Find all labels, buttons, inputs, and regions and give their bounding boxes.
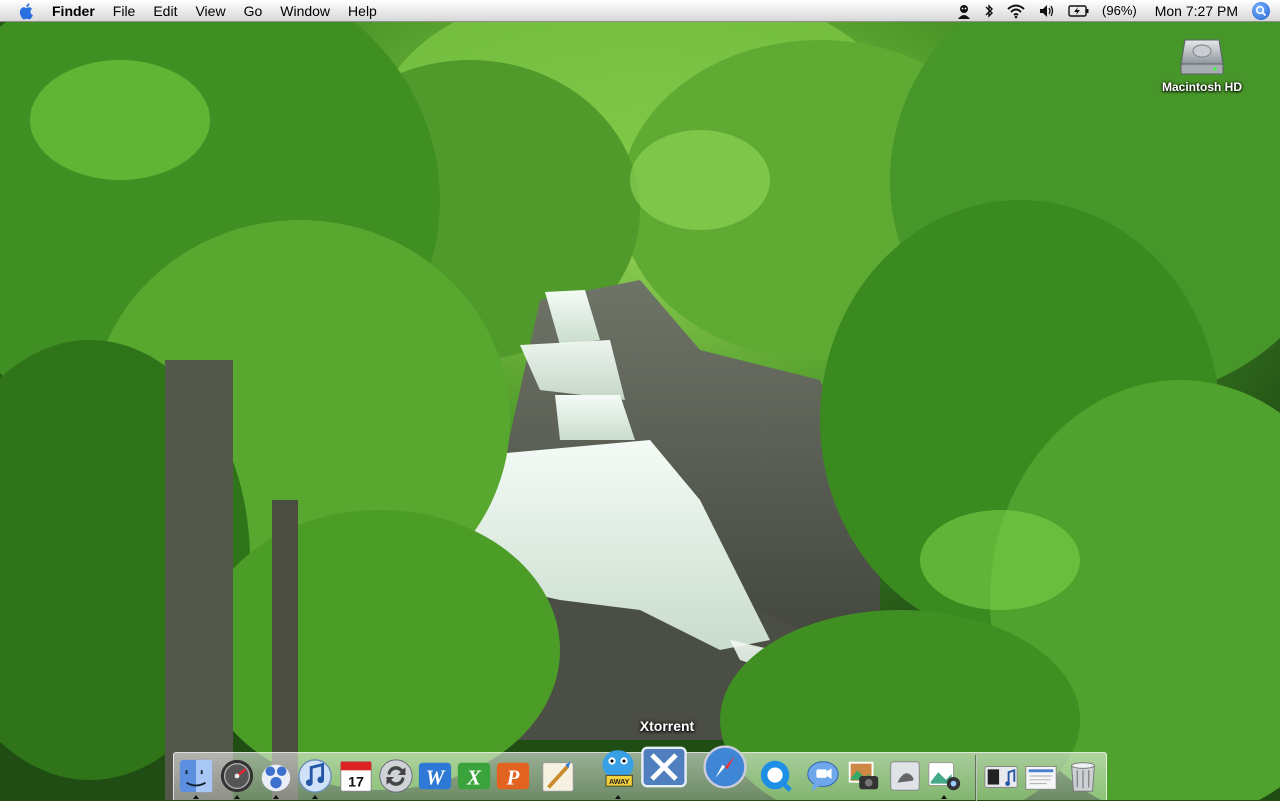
menu-clock[interactable]: Mon 7:27 PM (1155, 0, 1238, 22)
dock-item-sync[interactable] (377, 757, 415, 795)
dock-item-powerpoint[interactable]: P (494, 757, 532, 795)
dock-item-iphoto[interactable] (844, 757, 882, 795)
running-indicator (615, 795, 621, 799)
svg-text:P: P (506, 766, 520, 790)
iphoto-icon (848, 761, 879, 790)
bluetooth-icon[interactable] (984, 3, 994, 19)
dock-tooltip: Xtorrent (639, 718, 695, 734)
menu-edit[interactable]: Edit (144, 0, 186, 22)
menu-window[interactable]: Window (271, 0, 339, 22)
documents-stack-icon (1025, 766, 1057, 790)
menu-view[interactable]: View (186, 0, 234, 22)
svg-text:W: W (426, 766, 446, 790)
preview-icon (890, 761, 920, 791)
running-indicator (312, 795, 318, 799)
spotlight-icon[interactable] (1252, 1, 1270, 20)
music-folder-icon (984, 766, 1018, 788)
dock-separator (975, 755, 977, 801)
dock-item-image-capture[interactable] (925, 757, 963, 795)
adium-icon: AWAY (602, 750, 634, 787)
volume-icon[interactable] (1038, 3, 1056, 19)
svg-text:X: X (466, 766, 482, 790)
hard-drive-icon (1180, 39, 1224, 75)
menu-help[interactable]: Help (339, 0, 386, 22)
svg-text:AWAY: AWAY (609, 777, 630, 786)
painter-icon (542, 761, 574, 792)
wifi-icon[interactable] (1006, 3, 1026, 19)
running-indicator (234, 795, 240, 799)
dock-item-ichat[interactable] (804, 757, 842, 795)
gimp-icon (261, 764, 291, 792)
menu-file[interactable]: File (104, 0, 145, 22)
dock-item-documents-stack[interactable] (1022, 757, 1060, 795)
desktop-icon-label: Macintosh HD (1161, 80, 1242, 94)
quicktime-icon (760, 760, 792, 792)
sync-icon (379, 759, 413, 793)
running-indicator (941, 795, 947, 799)
finder-icon (179, 759, 213, 793)
dock-item-finder[interactable] (177, 757, 215, 795)
xtorrent-icon (641, 746, 687, 788)
dock-item-dashboard[interactable] (218, 757, 256, 795)
ichat-icon (807, 761, 839, 792)
user-icon[interactable] (956, 3, 972, 19)
trash-icon (1071, 762, 1095, 792)
svg-text:17: 17 (348, 774, 364, 790)
image-capture-icon (928, 762, 961, 791)
powerpoint-icon: P (496, 762, 530, 790)
menu-app-name[interactable]: Finder (48, 0, 104, 22)
dock-item-ical[interactable]: 17 (337, 757, 375, 795)
menu-bar: Finder File Edit View Go Window Help (96… (0, 0, 1280, 22)
dock-item-music-folder[interactable] (982, 757, 1020, 795)
apple-icon[interactable] (18, 2, 36, 20)
dock-item-safari[interactable] (701, 743, 749, 791)
dock-item-excel[interactable]: X (455, 757, 493, 795)
battery-icon[interactable] (1068, 4, 1090, 18)
dock-item-trash[interactable] (1064, 757, 1102, 795)
dock-item-painter[interactable] (539, 757, 577, 795)
desktop-icon-macintosh-hd[interactable]: Macintosh HD (1152, 30, 1252, 94)
word-icon: W (418, 762, 452, 790)
running-indicator (193, 795, 199, 799)
running-indicator (273, 795, 279, 799)
dock-item-preview[interactable] (886, 757, 924, 795)
dashboard-icon (220, 759, 254, 793)
dock-item-xtorrent[interactable] (640, 743, 688, 791)
safari-icon (703, 745, 747, 789)
desktop-wallpaper (0, 0, 1280, 800)
dock-item-adium[interactable]: AWAY (594, 743, 642, 791)
itunes-icon (298, 759, 332, 793)
dock-item-word[interactable]: W (416, 757, 454, 795)
battery-percent: (96%) (1102, 2, 1137, 18)
dock: 17 W X P AWAY (173, 745, 1107, 801)
excel-icon: X (457, 762, 491, 790)
ical-icon: 17 (340, 761, 372, 792)
dock-item-quicktime[interactable] (757, 757, 795, 795)
dock-item-itunes[interactable] (296, 757, 334, 795)
dock-item-gimp[interactable] (257, 757, 295, 795)
menu-go[interactable]: Go (235, 0, 272, 22)
